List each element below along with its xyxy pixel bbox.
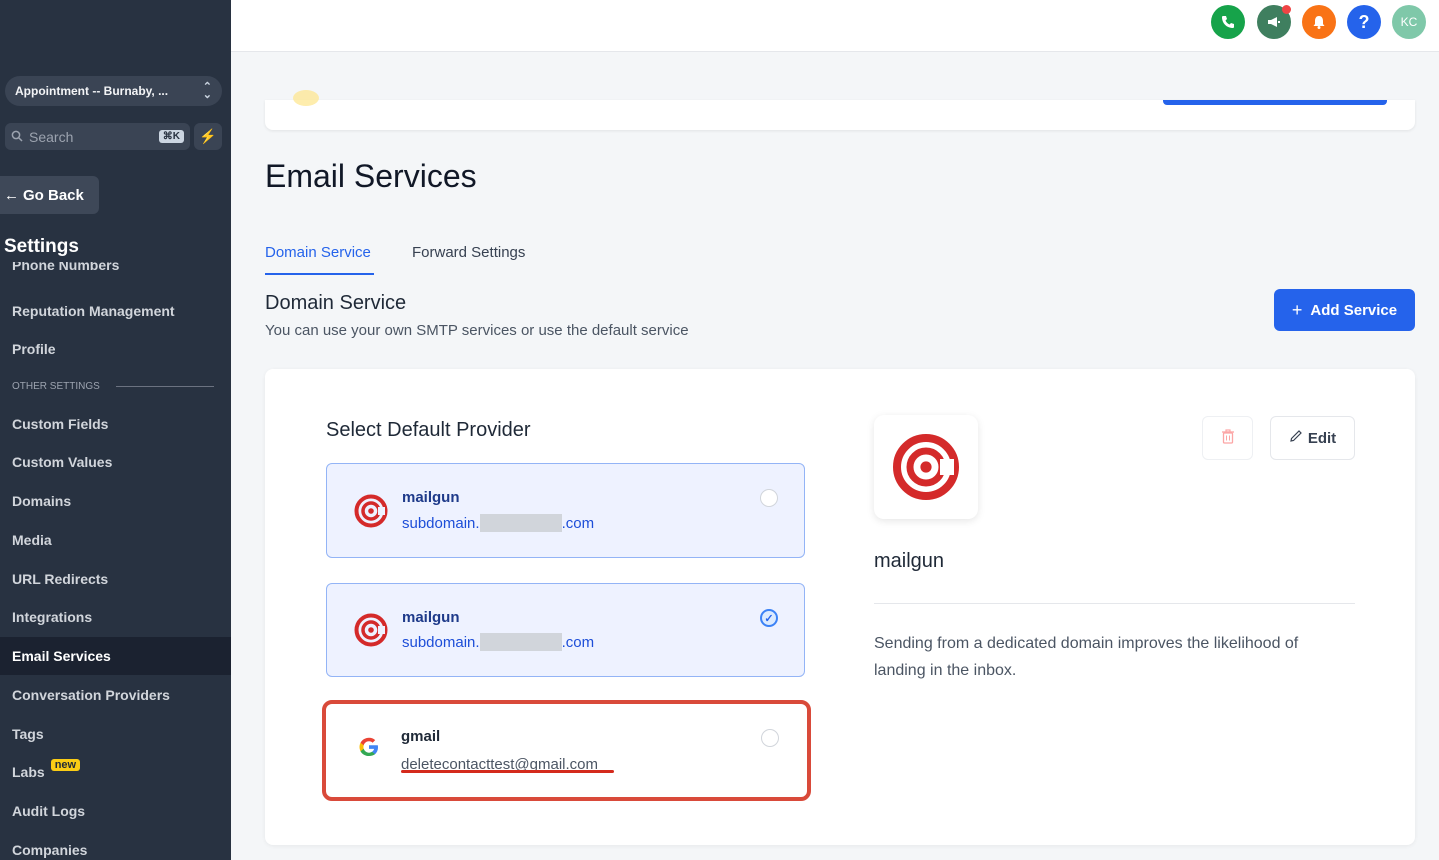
add-service-label: Add Service xyxy=(1310,301,1398,319)
other-settings-divider: OTHER SETTINGS xyxy=(12,381,214,392)
search-icon xyxy=(11,129,23,145)
provider-domain: subdomain. .com xyxy=(402,514,594,532)
sidebar-item-label: Phone Numbers xyxy=(12,262,120,273)
topbar: ? KC xyxy=(231,0,1439,52)
bell-icon[interactable] xyxy=(1302,5,1336,39)
sidebar-item-label: URL Redirects xyxy=(12,571,109,587)
search-shortcut: ⌘K xyxy=(158,130,184,143)
sidebar-item-label: Email Services xyxy=(12,648,111,664)
sidebar-item-label: Tags xyxy=(12,726,44,742)
help-icon[interactable]: ? xyxy=(1347,5,1381,39)
tab-domain-service[interactable]: Domain Service xyxy=(265,244,371,261)
search-placeholder: Search xyxy=(29,128,74,145)
sidebar-item-reputation-management[interactable]: Reputation Management xyxy=(0,292,231,330)
sidebar-item-label: Audit Logs xyxy=(12,803,86,819)
add-service-button[interactable]: + Add Service xyxy=(1274,289,1415,331)
sidebar-item-media[interactable]: Media xyxy=(0,521,231,559)
account-switcher[interactable]: Appointment -- Burnaby, ... ⌃ ⌄ xyxy=(5,76,222,106)
domain-prefix: subdomain. xyxy=(402,633,480,651)
sidebar-item-url-redirects[interactable]: URL Redirects xyxy=(0,560,231,598)
detail-provider-name: mailgun xyxy=(874,550,945,572)
avatar[interactable]: KC xyxy=(1392,5,1426,39)
sidebar-item-label: Custom Values xyxy=(12,454,113,470)
sidebar-item-label: Integrations xyxy=(12,609,93,625)
notification-dot xyxy=(1282,5,1291,14)
sidebar-item-integrations[interactable]: Integrations xyxy=(0,598,231,636)
sidebar-item-label: Reputation Management xyxy=(12,303,175,319)
provider-domain: subdomain. .com xyxy=(402,633,594,651)
sidebar-item-label: Media xyxy=(12,532,52,548)
section-label: OTHER SETTINGS xyxy=(12,381,100,392)
sidebar-item-companies[interactable]: Companies xyxy=(0,831,231,860)
plus-icon: + xyxy=(1291,299,1303,320)
sidebar-item-label: Profile xyxy=(12,341,56,357)
phone-icon[interactable] xyxy=(1211,5,1245,39)
sidebar-item-conversation-providers[interactable]: Conversation Providers xyxy=(0,676,231,714)
trash-icon xyxy=(1221,428,1235,448)
provider-option-mailgun-2[interactable]: mailgun subdomain. .com ✓ xyxy=(326,583,805,677)
radio-button[interactable] xyxy=(760,489,778,507)
domain-suffix: .com xyxy=(561,633,595,651)
go-back-label: Go Back xyxy=(23,186,84,204)
sidebar-item-profile[interactable]: Profile xyxy=(0,330,231,368)
provider-name: mailgun xyxy=(402,609,460,626)
delete-button[interactable] xyxy=(1202,416,1253,460)
tab-forward-settings[interactable]: Forward Settings xyxy=(412,244,525,261)
provider-option-mailgun-1[interactable]: mailgun subdomain. .com xyxy=(326,463,805,558)
search-input[interactable]: Search ⌘K xyxy=(5,123,190,150)
page-title: Email Services xyxy=(265,158,477,194)
section-subtitle: You can use your own SMTP services or us… xyxy=(265,322,689,339)
domain-prefix: subdomain. xyxy=(402,514,480,532)
divider xyxy=(874,603,1355,604)
sidebar-item-custom-values[interactable]: Custom Values xyxy=(0,443,231,481)
megaphone-icon[interactable] xyxy=(1257,5,1291,39)
account-name: Appointment -- Burnaby, ... xyxy=(15,84,169,98)
decorative-shape xyxy=(293,90,319,106)
edit-button[interactable]: Edit xyxy=(1270,416,1355,460)
pencil-icon xyxy=(1289,429,1303,447)
detail-description: Sending from a dedicated domain improves… xyxy=(874,635,1299,679)
sidebar-item-phone-numbers[interactable]: Phone Numbers xyxy=(12,262,119,274)
edit-label: Edit xyxy=(1307,429,1337,447)
sidebar-item-label: Custom Fields xyxy=(12,416,109,432)
sidebar-item-label: Domains xyxy=(12,493,72,509)
domain-suffix: .com xyxy=(561,514,595,532)
sidebar: Appointment -- Burnaby, ... ⌃ ⌄ Search ⌘K… xyxy=(0,0,231,860)
sidebar-item-domains[interactable]: Domains xyxy=(0,482,231,520)
redacted-text xyxy=(479,514,562,532)
mailgun-icon xyxy=(354,494,388,528)
sidebar-item-label: Conversation Providers xyxy=(12,687,170,703)
sidebar-item-label: Companies xyxy=(12,842,88,858)
divider xyxy=(115,386,214,387)
select-provider-title: Select Default Provider xyxy=(326,419,531,441)
mailgun-logo xyxy=(874,415,978,519)
button-edge xyxy=(1163,100,1387,105)
radio-button-checked[interactable]: ✓ xyxy=(760,609,778,627)
sidebar-item-audit-logs[interactable]: Audit Logs xyxy=(0,792,231,830)
sidebar-item-email-services[interactable]: Email Services xyxy=(0,637,231,675)
new-badge: new xyxy=(50,759,81,771)
highlight-box xyxy=(322,700,811,801)
provider-name: mailgun xyxy=(402,489,460,506)
lightning-icon[interactable]: ⚡ xyxy=(194,123,222,150)
go-back-button[interactable]: ← Go Back xyxy=(0,176,99,214)
highlight-underline xyxy=(401,770,614,773)
sidebar-item-label: Labs xyxy=(12,764,45,780)
section-title: Domain Service xyxy=(265,292,407,314)
previous-card xyxy=(265,90,1415,130)
settings-title: Settings xyxy=(4,236,79,257)
check-icon: ✓ xyxy=(764,612,774,625)
mailgun-icon xyxy=(354,613,388,647)
chevron-updown-icon: ⌃ ⌄ xyxy=(202,81,212,101)
sidebar-item-custom-fields[interactable]: Custom Fields xyxy=(0,405,231,443)
sidebar-item-tags[interactable]: Tags xyxy=(0,715,231,753)
redacted-text xyxy=(479,633,562,651)
avatar-initials: KC xyxy=(1400,15,1418,29)
arrow-left-icon: ← xyxy=(4,186,19,204)
sidebar-item-labs[interactable]: Labs new xyxy=(0,753,231,791)
active-tab-indicator xyxy=(265,273,374,275)
